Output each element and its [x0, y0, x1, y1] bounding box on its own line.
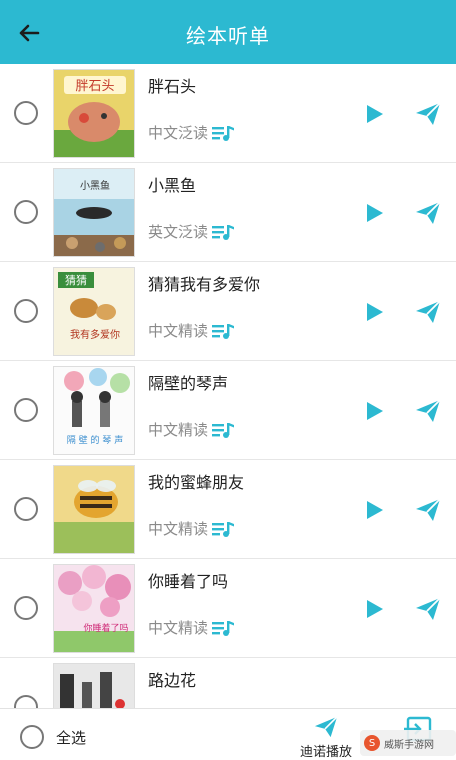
book-list: 胖石头 胖石头 中文泛读 小黑鱼 小黑鱼 英文泛读 猜猜 我有多爱你 猜猜我有多… [0, 64, 456, 708]
continuous-play-label: 迪诺播放 [299, 745, 352, 760]
list-item[interactable]: 胖石头 胖石头 中文泛读 [0, 64, 456, 163]
send-icon[interactable] [415, 101, 441, 127]
list-item[interactable]: 你睡着了吗 你睡着了吗 中文精读 [0, 559, 456, 658]
play-icon[interactable] [364, 203, 384, 223]
play-icon[interactable] [364, 599, 384, 619]
book-title: 我的蜜蜂朋友 [148, 473, 245, 492]
watermark: S 威斯手游网 [360, 730, 456, 756]
reading-tag: 中文精读 [148, 419, 235, 440]
book-title: 路边花 [148, 671, 197, 690]
reading-tag: 中文精读 [148, 320, 235, 341]
send-icon[interactable] [415, 299, 441, 325]
app-header: 绘本听单 [0, 0, 456, 64]
reading-tag-label: 中文泛读 [148, 124, 209, 142]
select-all-radio[interactable] [20, 725, 44, 749]
book-title: 猜猜我有多爱你 [148, 275, 261, 294]
continuous-play-button[interactable]: 迪诺播放 [296, 715, 356, 760]
audio-list-icon [212, 224, 235, 240]
reading-tag-label: 中文精读 [148, 421, 209, 439]
list-item[interactable]: 我的蜜蜂朋友 中文精读 [0, 460, 456, 559]
play-icon[interactable] [364, 104, 384, 124]
reading-tag: 英文泛读 [148, 221, 235, 242]
book-cover[interactable]: 你睡着了吗 [53, 564, 135, 653]
list-item[interactable]: 猜猜 我有多爱你 猜猜我有多爱你 中文精读 [0, 262, 456, 361]
reading-tag-label: 中文精读 [148, 520, 209, 538]
reading-tag: 中文泛读 [148, 122, 235, 143]
book-cover[interactable]: 隔 壁 的 琴 声 [53, 366, 135, 455]
page-title: 绘本听单 [186, 24, 270, 48]
book-cover[interactable] [53, 465, 135, 554]
list-item[interactable]: 路边花 [0, 658, 456, 708]
select-radio[interactable] [14, 101, 38, 125]
svg-text:猜猜: 猜猜 [65, 274, 87, 287]
select-radio[interactable] [14, 695, 38, 708]
book-title: 隔壁的琴声 [148, 374, 229, 393]
send-icon[interactable] [415, 596, 441, 622]
cover-title: 小黑鱼 [80, 179, 110, 192]
select-radio[interactable] [14, 398, 38, 422]
select-radio[interactable] [14, 299, 38, 323]
watermark-text: 威斯手游网 [384, 739, 434, 751]
reading-tag: 中文精读 [148, 518, 235, 539]
reading-tag-label: 中文精读 [148, 619, 209, 637]
cover-title: 你睡着了吗 [83, 622, 128, 634]
audio-list-icon [212, 323, 235, 339]
audio-list-icon [212, 422, 235, 438]
book-title: 胖石头 [148, 77, 197, 96]
send-icon[interactable] [415, 497, 441, 523]
cover-title: 隔 壁 的 琴 声 [67, 434, 123, 446]
select-all-label[interactable]: 全选 [56, 727, 86, 748]
book-cover[interactable]: 胖石头 [53, 69, 135, 158]
select-radio[interactable] [14, 200, 38, 224]
cover-title: 胖石头 [75, 79, 114, 94]
book-title: 你睡着了吗 [148, 572, 229, 591]
audio-list-icon [212, 125, 235, 141]
play-icon[interactable] [364, 401, 384, 421]
send-icon[interactable] [415, 200, 441, 226]
reading-tag-label: 中文精读 [148, 322, 209, 340]
book-cover[interactable] [53, 663, 135, 708]
reading-tag-label: 英文泛读 [148, 223, 209, 241]
play-icon[interactable] [364, 302, 384, 322]
list-item[interactable]: 隔 壁 的 琴 声 隔壁的琴声 中文精读 [0, 361, 456, 460]
send-icon[interactable] [415, 398, 441, 424]
audio-list-icon [212, 620, 235, 636]
list-item[interactable]: 小黑鱼 小黑鱼 英文泛读 [0, 163, 456, 262]
book-title: 小黑鱼 [148, 176, 197, 195]
watermark-logo-icon: S [364, 735, 380, 751]
send-icon [314, 716, 338, 738]
reading-tag: 中文精读 [148, 617, 235, 638]
book-cover[interactable]: 小黑鱼 [53, 168, 135, 257]
play-icon[interactable] [364, 500, 384, 520]
svg-text:我有多爱你: 我有多爱你 [70, 328, 120, 341]
select-radio[interactable] [14, 596, 38, 620]
book-cover[interactable]: 猜猜 我有多爱你 [53, 267, 135, 356]
audio-list-icon [212, 521, 235, 537]
select-radio[interactable] [14, 497, 38, 521]
